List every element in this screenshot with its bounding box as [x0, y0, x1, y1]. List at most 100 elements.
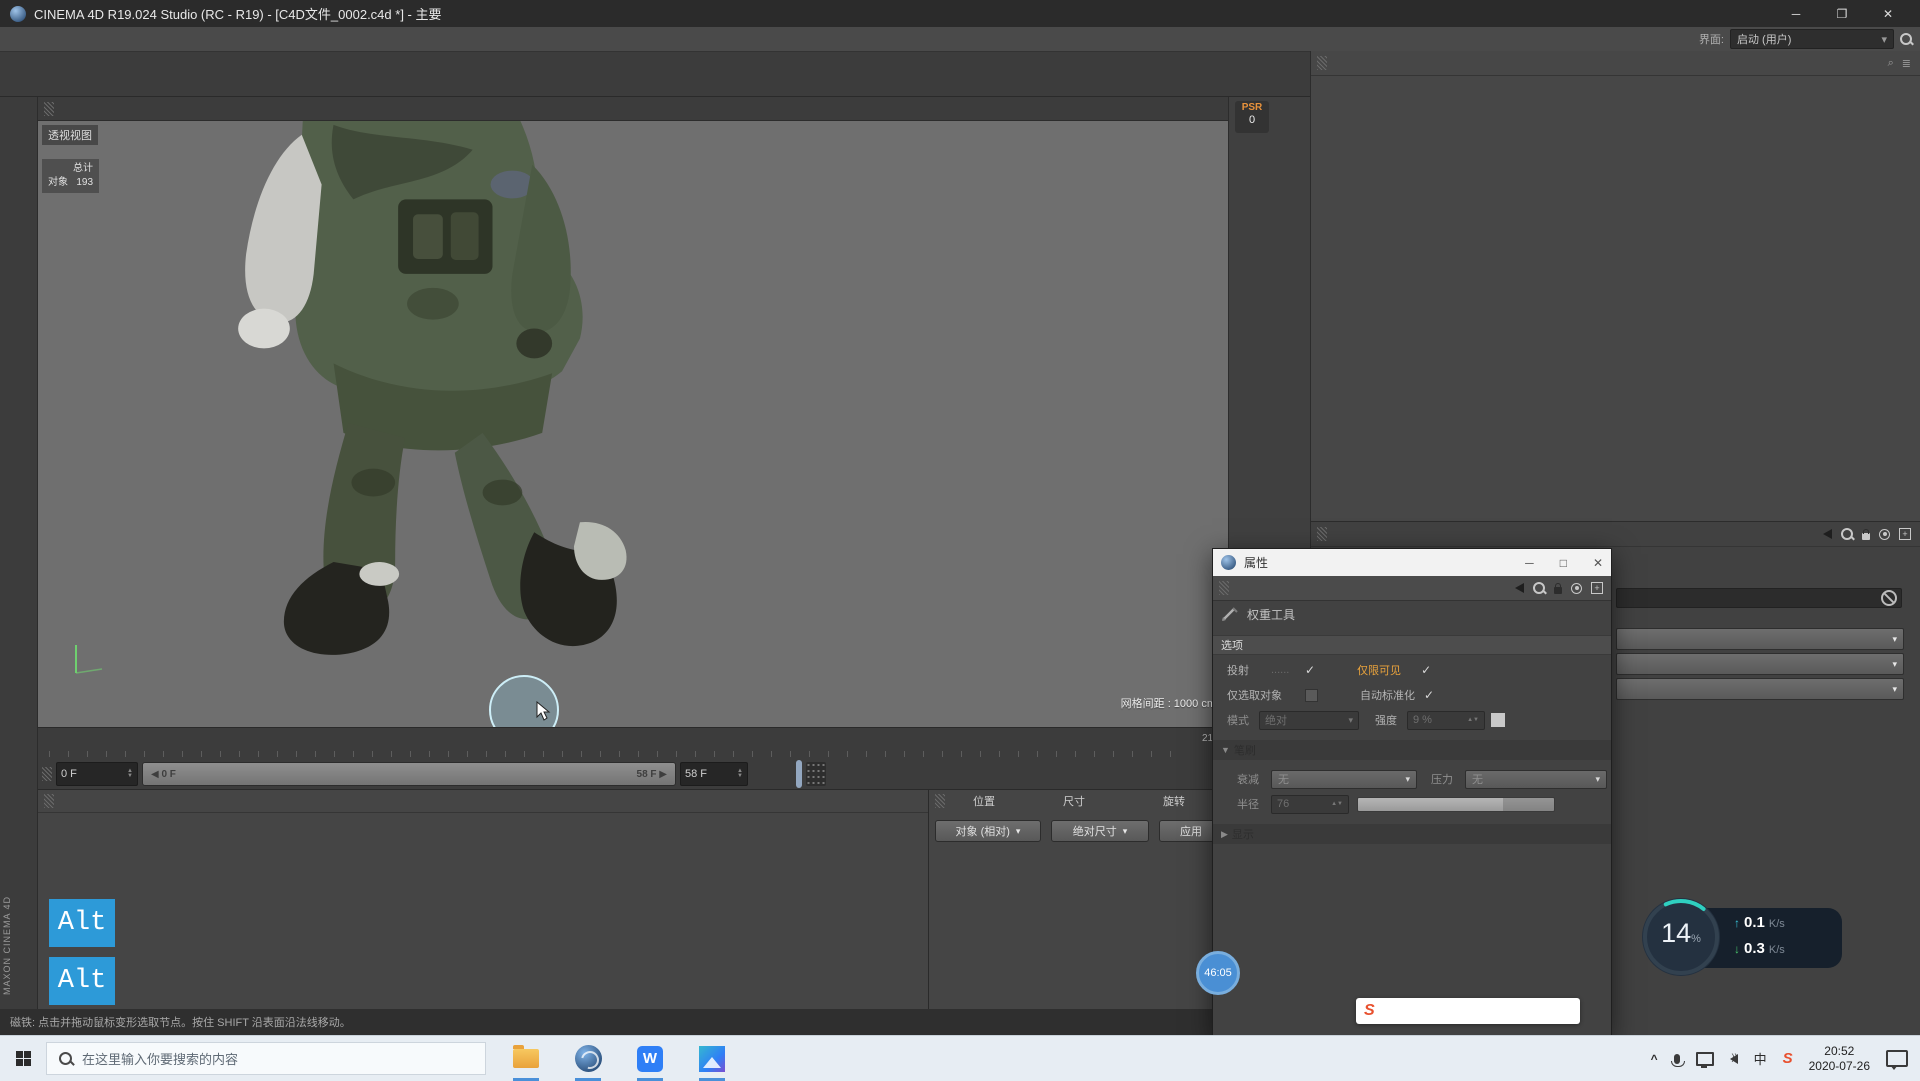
viewport-menubar [38, 97, 1228, 121]
search-icon[interactable] [1900, 33, 1912, 45]
radius-field[interactable]: 76▲▼ [1271, 795, 1349, 814]
soldier-model[interactable] [138, 105, 698, 721]
size-mode-value: 绝对尺寸 [1073, 823, 1117, 839]
filter-arrow-icon[interactable] [1823, 529, 1832, 539]
weight-brush-icon [1221, 606, 1239, 622]
strength-field[interactable]: 9 %▲▼ [1407, 711, 1485, 730]
frame-range-slider[interactable]: ◀ 0 F 58 F ▶ [142, 762, 676, 786]
taskbar-app-photos[interactable] [690, 1036, 734, 1081]
falloff-label: 衰减 [1237, 771, 1271, 787]
download-value: 0.3 [1744, 940, 1765, 957]
taskbar-search[interactable]: 在这里输入你要搜索的内容 [46, 1042, 486, 1075]
windows-logo-icon [16, 1051, 31, 1066]
om-search-icon[interactable]: ⌕ [1888, 57, 1894, 70]
autonormalize-checkbox[interactable]: ✓ [1424, 688, 1434, 702]
tray-input-language[interactable]: 中 [1754, 1049, 1767, 1068]
start-button[interactable] [0, 1036, 46, 1081]
brush-section-header[interactable]: ▼笔刷 [1213, 740, 1611, 760]
key-toggle-group [796, 760, 802, 788]
project-checkbox[interactable]: ✓ [1305, 663, 1315, 677]
start-frame-field[interactable]: 0 F ▲▼ [56, 762, 138, 786]
material-manager [38, 789, 928, 1036]
display-section-label: 显示 [1232, 826, 1254, 842]
speaker-icon[interactable] [1730, 1054, 1738, 1064]
fw-maximize-button[interactable]: □ [1560, 556, 1567, 570]
interface-label: 界面: [1699, 31, 1724, 47]
view-label[interactable]: 透视视图 [42, 125, 98, 145]
fw-minimize-button[interactable]: ─ [1525, 556, 1534, 570]
clock-date: 2020-07-26 [1809, 1059, 1870, 1074]
object-mode-dropdown[interactable]: 对象 (相对)▾ [935, 820, 1041, 842]
drag-handle[interactable] [42, 767, 52, 781]
size-mode-dropdown[interactable]: 绝对尺寸▾ [1051, 820, 1149, 842]
drag-handle[interactable] [44, 102, 54, 116]
texture-slot-bar[interactable] [1616, 588, 1902, 608]
sogou-logo-icon[interactable]: S [1364, 1002, 1375, 1020]
alt-key-overlay: Alt [49, 899, 115, 947]
recording-timer[interactable]: 46:05 [1196, 951, 1240, 995]
attribute-dropdown[interactable]: ▾ [1616, 678, 1904, 700]
visible-only-checkbox[interactable]: ✓ [1421, 663, 1431, 677]
range-start-label: ◀ 0 F [151, 769, 176, 780]
search-icon[interactable] [1533, 582, 1545, 594]
drag-handle[interactable] [1219, 581, 1229, 595]
selected-only-checkbox[interactable] [1305, 689, 1318, 702]
taskbar-app-wps[interactable]: W [628, 1036, 672, 1081]
taskbar-app-explorer[interactable] [504, 1036, 548, 1081]
tray-expand-caret[interactable]: ^ [1651, 1052, 1658, 1066]
search-icon[interactable] [1841, 528, 1853, 540]
new-panel-icon[interactable]: + [1591, 582, 1603, 594]
attribute-dropdown[interactable]: ▾ [1616, 653, 1904, 675]
properties-menubar: + [1213, 576, 1611, 601]
size-group-label: 尺寸 [1063, 793, 1159, 809]
drag-handle[interactable] [1317, 527, 1327, 541]
falloff-dropdown[interactable]: 无▾ [1271, 770, 1417, 789]
upload-icon: ↑ [1734, 916, 1740, 930]
fw-close-button[interactable]: ✕ [1593, 556, 1603, 570]
pressure-dropdown[interactable]: 无▾ [1465, 770, 1607, 789]
maximize-button[interactable]: ❐ [1820, 1, 1864, 26]
taskbar-app-cinema4d[interactable] [566, 1036, 610, 1081]
lock-icon[interactable] [1862, 533, 1870, 540]
target-icon[interactable] [1879, 529, 1890, 540]
strength-value: 9 % [1413, 714, 1432, 726]
input-method-bar[interactable]: S [1356, 998, 1580, 1024]
mode-dropdown[interactable]: 绝对▾ [1259, 711, 1359, 730]
download-icon: ↓ [1734, 942, 1740, 956]
timeline-ruler[interactable]: 21 F [38, 727, 1228, 760]
radius-slider[interactable] [1357, 797, 1555, 812]
om-filter-icon[interactable]: ≣ [1902, 57, 1911, 70]
strength-label: 强度 [1375, 712, 1407, 728]
new-panel-icon[interactable]: + [1899, 528, 1911, 540]
lock-icon[interactable] [1554, 587, 1562, 594]
taskbar-clock[interactable]: 20:52 2020-07-26 [1809, 1044, 1870, 1074]
viewport[interactable]: 透视视图 总计 对象 193 网格间距 : 1000 cm [38, 97, 1228, 727]
microphone-icon[interactable] [1674, 1054, 1680, 1064]
display-section-header[interactable]: ▶显示 [1213, 824, 1611, 844]
attribute-dropdown[interactable]: ▾ [1616, 628, 1904, 650]
strength-swatch[interactable] [1491, 713, 1505, 727]
target-icon[interactable] [1571, 583, 1582, 594]
display-icon[interactable] [1696, 1052, 1714, 1066]
wps-icon: W [637, 1046, 663, 1072]
timeline-window-icon[interactable] [806, 762, 826, 786]
properties-titlebar[interactable]: 属性 ─ □ ✕ [1213, 549, 1611, 576]
range-end-label: 58 F ▶ [637, 769, 667, 780]
filter-arrow-icon[interactable] [1515, 583, 1524, 593]
brush-section-label: 笔刷 [1234, 742, 1256, 758]
net-speed-widget[interactable]: ↑ 0.1 K/s ↓ 0.3 K/s 14 % [1642, 898, 1842, 978]
action-center-icon[interactable] [1886, 1050, 1908, 1067]
grid-spacing-label: 网格间距 : 1000 cm [1121, 695, 1216, 711]
options-section-header[interactable]: 选项 [1213, 635, 1611, 655]
percent-arc [1642, 898, 1720, 976]
end-frame-field[interactable]: 58 F ▲▼ [680, 762, 748, 786]
close-button[interactable]: ✕ [1866, 1, 1910, 26]
minimize-button[interactable]: ─ [1774, 1, 1818, 26]
drag-handle[interactable] [935, 794, 945, 808]
drag-handle[interactable] [1317, 56, 1327, 70]
alt-key-overlay: Alt [49, 957, 115, 1005]
tray-sogou-icon[interactable]: S [1783, 1050, 1793, 1067]
tool-tabs [1213, 627, 1611, 635]
drag-handle[interactable] [44, 794, 54, 808]
interface-dropdown[interactable]: 启动 (用户) ▾ [1730, 29, 1894, 49]
